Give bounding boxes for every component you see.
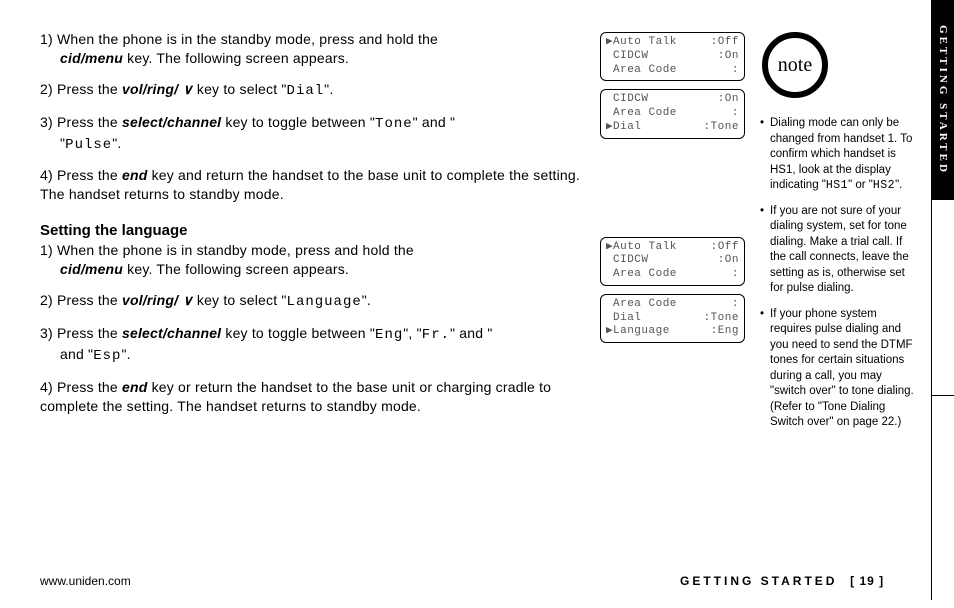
lcd-screen-3: ▶Auto Talk :Off CIDCW :On Area Code : xyxy=(600,237,745,286)
lcd-text: Esp xyxy=(93,348,121,364)
step-num: 3) xyxy=(40,325,53,341)
step-text: ". xyxy=(112,135,121,151)
note-column: note Dialing mode can only be changed fr… xyxy=(760,30,920,441)
step-text: Press the xyxy=(57,167,122,183)
step-text: " and " xyxy=(413,114,455,130)
lcd-screenshots: ▶Auto Talk :Off CIDCW :On Area Code : CI… xyxy=(600,32,750,351)
step-text: Press the xyxy=(57,325,122,341)
note-badge-icon: note xyxy=(760,30,920,100)
key-name: cid/menu xyxy=(60,261,123,277)
section-tab: GETTING STARTED xyxy=(932,0,954,200)
lcd-text: HS1 xyxy=(826,179,848,192)
step-text: ". xyxy=(121,346,130,362)
svg-text:note: note xyxy=(778,54,813,76)
step-text: key. The following screen appears. xyxy=(123,261,349,277)
right-rule xyxy=(931,0,932,600)
lcd-text: Eng xyxy=(375,327,403,343)
note-bullet: If your phone system requires pulse dial… xyxy=(760,307,920,431)
step-num: 1) xyxy=(40,31,53,47)
lang-step-4: 4) Press the end key or return the hands… xyxy=(40,378,600,416)
main-content: 1) When the phone is in the standby mode… xyxy=(40,30,600,427)
lang-step-1: 1) When the phone is in standby mode, pr… xyxy=(40,241,600,279)
page-number: [ 19 ] xyxy=(850,574,884,588)
step-4: 4) Press the end key and return the hand… xyxy=(40,166,600,204)
lcd-text: Tone xyxy=(375,116,413,132)
step-text: Press the xyxy=(57,81,122,97)
step-text: Press the xyxy=(57,292,122,308)
step-num: 2) xyxy=(40,292,53,308)
step-num: 1) xyxy=(40,242,53,258)
lcd-text: Fr. xyxy=(422,327,450,343)
footer-section: GETTING STARTED [ 19 ] xyxy=(680,574,884,588)
note-bullet: If you are not sure of your dialing syst… xyxy=(760,204,920,297)
key-name: vol/ring/ xyxy=(122,81,182,97)
note-bullets: Dialing mode can only be changed from ha… xyxy=(760,116,920,431)
step-text: ". xyxy=(324,81,333,97)
key-name: select/channel xyxy=(122,325,221,341)
step-text: key to select " xyxy=(193,292,287,308)
key-name: cid/menu xyxy=(60,50,123,66)
step-num: 2) xyxy=(40,81,53,97)
key-name: end xyxy=(122,379,148,395)
lcd-screen-4: Area Code : Dial :Tone▶Language :Eng xyxy=(600,294,745,343)
down-caret-icon: ∨ xyxy=(182,80,192,99)
lcd-text: Language xyxy=(287,294,362,310)
down-caret-icon: ∨ xyxy=(182,291,192,310)
lang-step-3: 3) Press the select/channel key to toggl… xyxy=(40,324,600,366)
key-name: select/channel xyxy=(122,114,221,130)
lcd-text: Pulse xyxy=(65,137,112,153)
step-text: When the phone is in standby mode, press… xyxy=(57,242,414,258)
note-bullet: Dialing mode can only be changed from ha… xyxy=(760,116,920,194)
step-text: key. The following screen appears. xyxy=(123,50,349,66)
step-text: key to toggle between " xyxy=(221,114,375,130)
lcd-screen-2: CIDCW :On Area Code :▶Dial :Tone xyxy=(600,89,745,138)
key-name: vol/ring/ xyxy=(122,292,182,308)
lcd-screen-1: ▶Auto Talk :Off CIDCW :On Area Code : xyxy=(600,32,745,81)
lcd-text: HS2 xyxy=(873,179,895,192)
step-text: Press the xyxy=(57,114,122,130)
step-num: 4) xyxy=(40,167,53,183)
step-num: 4) xyxy=(40,379,53,395)
step-2: 2) Press the vol/ring/ ∨ key to select "… xyxy=(40,80,600,101)
step-text: ", " xyxy=(403,325,422,341)
step-text: ". xyxy=(362,292,371,308)
rule-tick xyxy=(932,395,954,396)
lcd-text: Dial xyxy=(287,83,325,99)
step-1: 1) When the phone is in the standby mode… xyxy=(40,30,600,68)
section-tab-label: GETTING STARTED xyxy=(937,25,949,175)
key-name: end xyxy=(122,167,148,183)
step-text: When the phone is in the standby mode, p… xyxy=(57,31,438,47)
step-text: key to toggle between " xyxy=(221,325,375,341)
lang-step-2: 2) Press the vol/ring/ ∨ key to select "… xyxy=(40,291,600,312)
footer-url: www.uniden.com xyxy=(40,574,131,588)
step-num: 3) xyxy=(40,114,53,130)
step-text: key to select " xyxy=(193,81,287,97)
heading-setting-language: Setting the language xyxy=(40,222,600,239)
step-text: " and " xyxy=(450,325,492,341)
step-3: 3) Press the select/channel key to toggl… xyxy=(40,113,600,155)
step-text: Press the xyxy=(57,379,122,395)
